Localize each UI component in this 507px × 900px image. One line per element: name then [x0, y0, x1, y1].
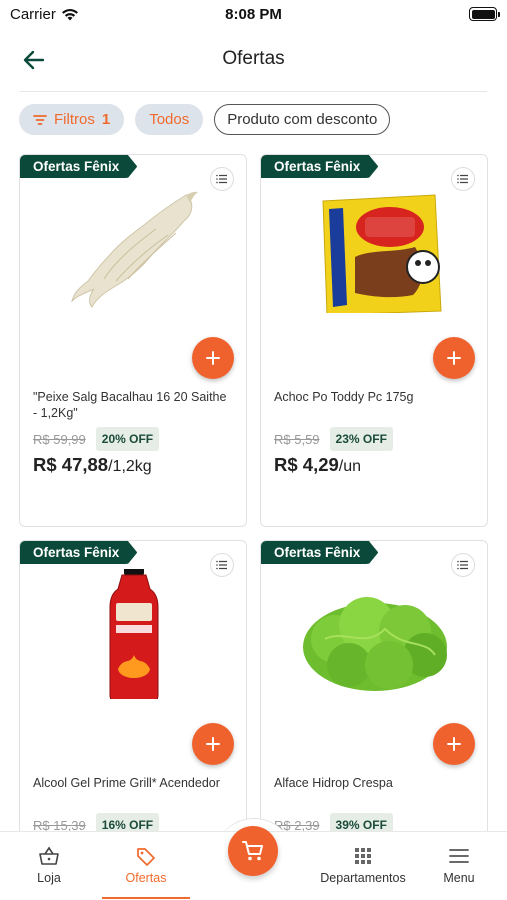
- tab-menu[interactable]: Menu: [436, 832, 482, 900]
- price-row: R$ 59,99 20% OFF: [33, 427, 160, 451]
- current-price: R$ 47,88/1,2kg: [33, 454, 152, 476]
- plus-icon: [447, 351, 461, 365]
- offer-badge: Ofertas Fênix: [20, 155, 138, 178]
- old-price: R$ 59,99: [33, 431, 86, 447]
- battery-icon: [469, 7, 500, 21]
- cart-icon: [242, 841, 263, 861]
- product-name: Alcool Gel Prime Grill* Acendedor: [33, 776, 220, 790]
- add-to-cart-button[interactable]: [433, 723, 475, 765]
- lettuce-image: [303, 597, 447, 691]
- plus-icon: [206, 737, 220, 751]
- add-to-cart-button[interactable]: [433, 337, 475, 379]
- product-card[interactable]: Ofertas Fênix Achoc Po Toddy Pc 175g R$ …: [260, 154, 488, 527]
- offer-badge: Ofertas Fênix: [20, 541, 138, 564]
- tab-loja[interactable]: Loja: [18, 832, 80, 900]
- grid-icon: [355, 848, 371, 864]
- dried-codfish-image: [71, 191, 198, 308]
- tab-departamentos-label: Departamentos: [320, 871, 406, 885]
- filter-bar: Filtros 1 Todos Produto com desconto: [19, 104, 391, 135]
- product-name: "Peixe Salg Bacalhau 16 20 Saithe - 1,2K…: [33, 390, 227, 420]
- filters-button[interactable]: Filtros 1: [19, 104, 125, 135]
- price-row: R$ 5,59 23% OFF: [274, 427, 393, 451]
- plus-icon: [447, 737, 461, 751]
- chip-todos[interactable]: Todos: [135, 104, 204, 135]
- active-tab-indicator: [102, 897, 190, 899]
- filters-count: 1: [101, 111, 111, 128]
- tab-ofertas-label: Ofertas: [125, 871, 167, 885]
- chip-produto-com-desconto[interactable]: Produto com desconto: [214, 104, 391, 135]
- add-to-cart-button[interactable]: [192, 723, 234, 765]
- status-time: 8:08 PM: [225, 6, 282, 23]
- offer-badge: Ofertas Fênix: [261, 155, 379, 178]
- price-unit: /un: [338, 458, 362, 475]
- plus-icon: [206, 351, 220, 365]
- tag-icon: [137, 848, 155, 866]
- filter-icon: [33, 114, 47, 125]
- filters-label: Filtros: [54, 111, 95, 128]
- page-title: Ofertas: [222, 48, 285, 69]
- header: Ofertas: [0, 36, 507, 82]
- tab-departamentos[interactable]: Departamentos: [315, 832, 411, 900]
- alcohol-gel-bottle-image: [109, 569, 159, 699]
- price-value: R$ 47,88: [33, 454, 109, 475]
- basket-icon: [39, 846, 59, 865]
- tab-loja-label: Loja: [37, 871, 61, 885]
- toddy-bag-image: [322, 194, 442, 313]
- header-divider: [20, 91, 487, 92]
- product-name: Achoc Po Toddy Pc 175g: [274, 390, 414, 404]
- old-price: R$ 5,59: [274, 431, 320, 447]
- price-value: R$ 4,29: [274, 454, 339, 475]
- tab-menu-label: Menu: [443, 871, 475, 885]
- cart-button[interactable]: [228, 826, 278, 876]
- discount-badge: 20% OFF: [95, 427, 160, 451]
- tab-ofertas[interactable]: Ofertas: [102, 832, 190, 900]
- discount-badge: 23% OFF: [329, 427, 393, 451]
- current-price: R$ 4,29/un: [274, 454, 361, 476]
- product-name: Alface Hidrop Crespa: [274, 776, 393, 790]
- status-bar: Carrier 8:08 PM: [0, 0, 507, 30]
- hamburger-icon: [449, 849, 469, 863]
- price-unit: /1,2kg: [108, 458, 152, 475]
- add-to-cart-button[interactable]: [192, 337, 234, 379]
- product-card[interactable]: Ofertas Fênix "Peixe Salg Bacalhau 16 20…: [19, 154, 247, 527]
- offer-badge: Ofertas Fênix: [261, 541, 379, 564]
